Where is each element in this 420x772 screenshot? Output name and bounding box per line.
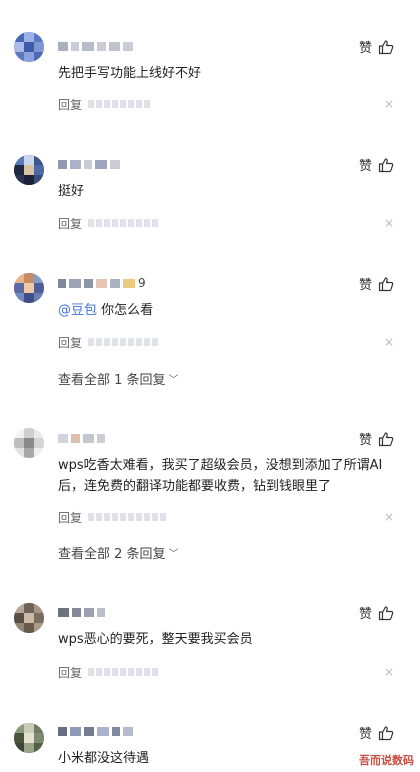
like-label: 赞: [358, 607, 372, 622]
comment-text: 先把手写功能上线好不好: [58, 66, 202, 81]
like-label: 赞: [358, 41, 372, 56]
reply-button[interactable]: 回复: [58, 509, 82, 526]
view-all-label: 查看全部 1 条回复: [58, 373, 166, 388]
like-label: 赞: [358, 727, 372, 742]
comment-meta: [88, 513, 167, 521]
like-button[interactable]: 赞: [359, 603, 394, 622]
close-icon[interactable]: ×: [384, 665, 394, 679]
close-icon[interactable]: ×: [384, 510, 394, 524]
avatar[interactable]: [14, 155, 44, 185]
comment-meta: [88, 668, 159, 676]
like-button[interactable]: 赞: [359, 274, 394, 293]
reply-row: 回复 ×: [58, 215, 394, 231]
thumbs-up-icon: [378, 157, 394, 172]
username[interactable]: [58, 725, 133, 737]
reply-row: 回复 ×: [58, 509, 394, 525]
comment-text-body: 你怎么看: [97, 303, 154, 318]
comment-text: wps吃香太难看，我买了超级会员，没想到添加了所谓AI后，连免费的翻译功能都要收…: [58, 458, 383, 494]
comment-text: @豆包 你怎么看: [58, 300, 398, 321]
comment-meta: [88, 219, 159, 227]
avatar[interactable]: [14, 603, 44, 633]
comment-text: 小米都没这待遇: [58, 751, 150, 766]
close-icon[interactable]: ×: [384, 97, 394, 111]
username-suffix: 9: [138, 276, 146, 290]
reply-button[interactable]: 回复: [58, 215, 82, 232]
view-all-replies-button[interactable]: 查看全部 1 条回复 ﹀: [58, 369, 179, 388]
thumbs-up-icon: [378, 39, 394, 54]
reply-button[interactable]: 回复: [58, 334, 82, 351]
comment-text: 挺好: [58, 184, 85, 199]
reply-row: 回复 ×: [58, 334, 394, 350]
username[interactable]: [58, 606, 105, 618]
like-label: 赞: [358, 278, 372, 293]
like-label: 赞: [358, 159, 372, 174]
like-label: 赞: [358, 433, 372, 448]
username[interactable]: 9: [58, 276, 146, 290]
username[interactable]: [58, 40, 133, 52]
view-all-label: 查看全部 2 条回复: [58, 547, 166, 562]
thumbs-up-icon: [378, 276, 394, 291]
like-button[interactable]: 赞: [359, 723, 394, 742]
thumbs-up-icon: [378, 431, 394, 446]
reply-row: 回复 ×: [58, 96, 394, 112]
avatar[interactable]: [14, 428, 44, 458]
reply-button[interactable]: 回复: [58, 664, 82, 681]
watermark: 吾而说数码: [359, 754, 414, 767]
like-button[interactable]: 赞: [359, 155, 394, 174]
close-icon[interactable]: ×: [384, 335, 394, 349]
comment-meta: [88, 100, 151, 108]
avatar[interactable]: [14, 723, 44, 753]
username[interactable]: [58, 432, 105, 444]
reply-row: 回复 ×: [58, 664, 394, 680]
mention-link[interactable]: @豆包: [58, 303, 97, 318]
like-button[interactable]: 赞: [359, 429, 394, 448]
comment-text: wps恶心的要死，整天要我买会员: [58, 632, 253, 647]
close-icon[interactable]: ×: [384, 216, 394, 230]
username[interactable]: [58, 158, 120, 170]
chevron-down-icon: ﹀: [168, 549, 179, 560]
thumbs-up-icon: [378, 725, 394, 740]
like-button[interactable]: 赞: [359, 37, 394, 56]
thumbs-up-icon: [378, 605, 394, 620]
avatar[interactable]: [14, 273, 44, 303]
chevron-down-icon: ﹀: [168, 375, 179, 386]
avatar[interactable]: [14, 32, 44, 62]
view-all-replies-button[interactable]: 查看全部 2 条回复 ﹀: [58, 543, 179, 562]
reply-button[interactable]: 回复: [58, 96, 82, 113]
comment-meta: [88, 338, 159, 346]
